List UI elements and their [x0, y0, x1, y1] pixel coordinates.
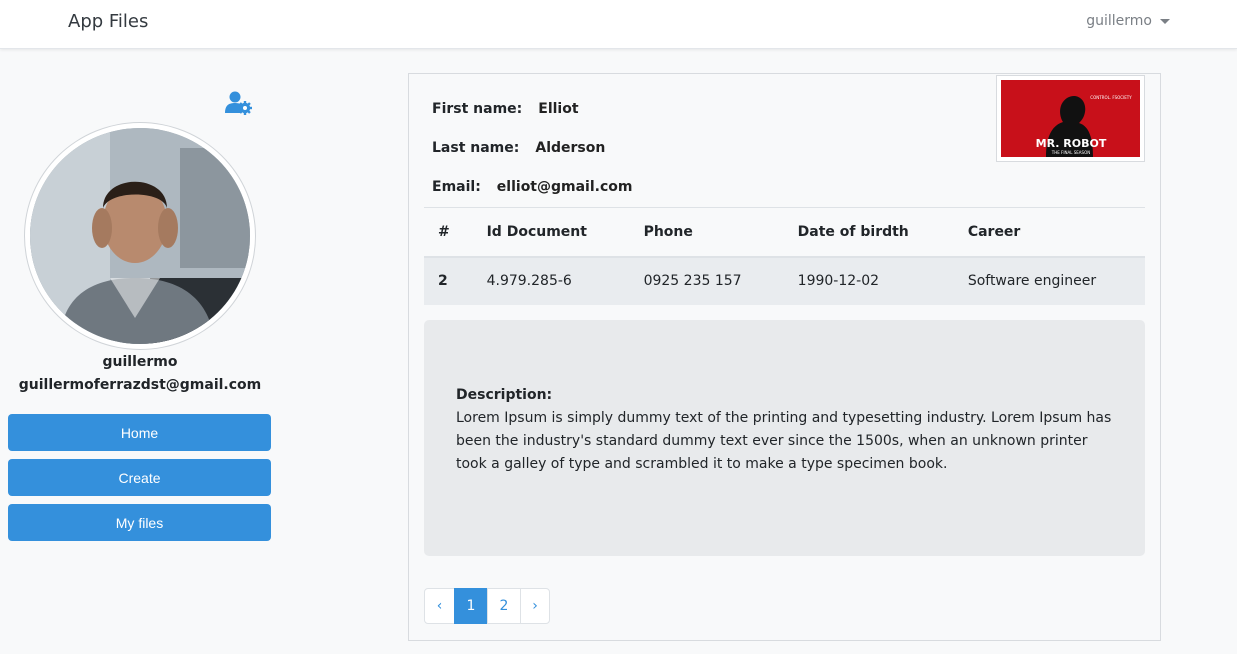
header-career: Career: [953, 207, 1145, 258]
svg-text:MR. ROBOT: MR. ROBOT: [1036, 137, 1107, 150]
email-row: Email: elliot@gmail.com: [432, 179, 632, 195]
poster-thumbnail: CONTROL. FSOCIETY MR. ROBOT THE FINAL SE…: [996, 75, 1145, 162]
top-navbar: App Files guillermo: [0, 0, 1237, 49]
last-name-row: Last name: Alderson: [432, 140, 605, 156]
email-label: Email:: [432, 179, 481, 195]
cell-phone: 0925 235 157: [629, 256, 784, 305]
pagination: ‹ 1 2 ›: [424, 588, 550, 624]
home-button[interactable]: Home: [8, 414, 271, 451]
caret-down-icon: [1160, 18, 1170, 24]
avatar-photo: [30, 128, 250, 344]
email-value: elliot@gmail.com: [496, 179, 633, 195]
pagination-page-2[interactable]: 2: [487, 588, 521, 624]
sidebar: guillermo guillermoferrazdst@gmail.com H…: [0, 49, 280, 654]
description-title: Description:: [456, 387, 553, 403]
user-dropdown-label: guillermo: [1086, 13, 1152, 29]
profile-card: First name: Elliot Last name: Alderson E…: [408, 73, 1161, 641]
cell-career: Software engineer: [953, 256, 1145, 305]
poster-image: CONTROL. FSOCIETY MR. ROBOT THE FINAL SE…: [1001, 80, 1140, 157]
first-name-value: Elliot: [538, 101, 579, 117]
header-id-document: Id Document: [472, 207, 630, 258]
description-text: Lorem Ipsum is simply dummy text of the …: [456, 410, 1112, 472]
pagination-page-1[interactable]: 1: [454, 588, 488, 624]
first-name-row: First name: Elliot: [432, 101, 579, 117]
last-name-label: Last name:: [432, 140, 520, 156]
pagination-next[interactable]: ›: [520, 588, 550, 624]
app-brand[interactable]: App Files: [68, 11, 148, 32]
table-header-row: # Id Document Phone Date of birdth Caree…: [424, 207, 1145, 258]
profile-email: guillermoferrazdst@gmail.com: [18, 377, 262, 393]
user-dropdown[interactable]: guillermo: [1086, 13, 1170, 29]
header-date-of-birth: Date of birdth: [783, 207, 954, 258]
first-name-label: First name:: [432, 101, 523, 117]
svg-text:CONTROL. FSOCIETY: CONTROL. FSOCIETY: [1090, 95, 1132, 100]
profile-username: guillermo: [102, 354, 178, 370]
cell-date-of-birth: 1990-12-02: [783, 256, 954, 305]
last-name-value: Alderson: [535, 140, 606, 156]
cell-index: 2: [424, 256, 473, 305]
header-phone: Phone: [629, 207, 784, 258]
my-files-button[interactable]: My files: [8, 504, 271, 541]
cell-id-document: 4.979.285-6: [472, 256, 630, 305]
create-button[interactable]: Create: [8, 459, 271, 496]
pagination-prev[interactable]: ‹: [424, 588, 455, 624]
description-box: Description: Lorem Ipsum is simply dummy…: [424, 320, 1145, 556]
details-table: # Id Document Phone Date of birdth Caree…: [424, 207, 1145, 305]
svg-text:THE FINAL SEASON: THE FINAL SEASON: [1051, 150, 1090, 155]
table-row: 2 4.979.285-6 0925 235 157 1990-12-02 So…: [424, 256, 1145, 305]
header-index: #: [424, 207, 473, 258]
avatar: [24, 122, 256, 350]
user-settings-icon[interactable]: [225, 91, 253, 115]
